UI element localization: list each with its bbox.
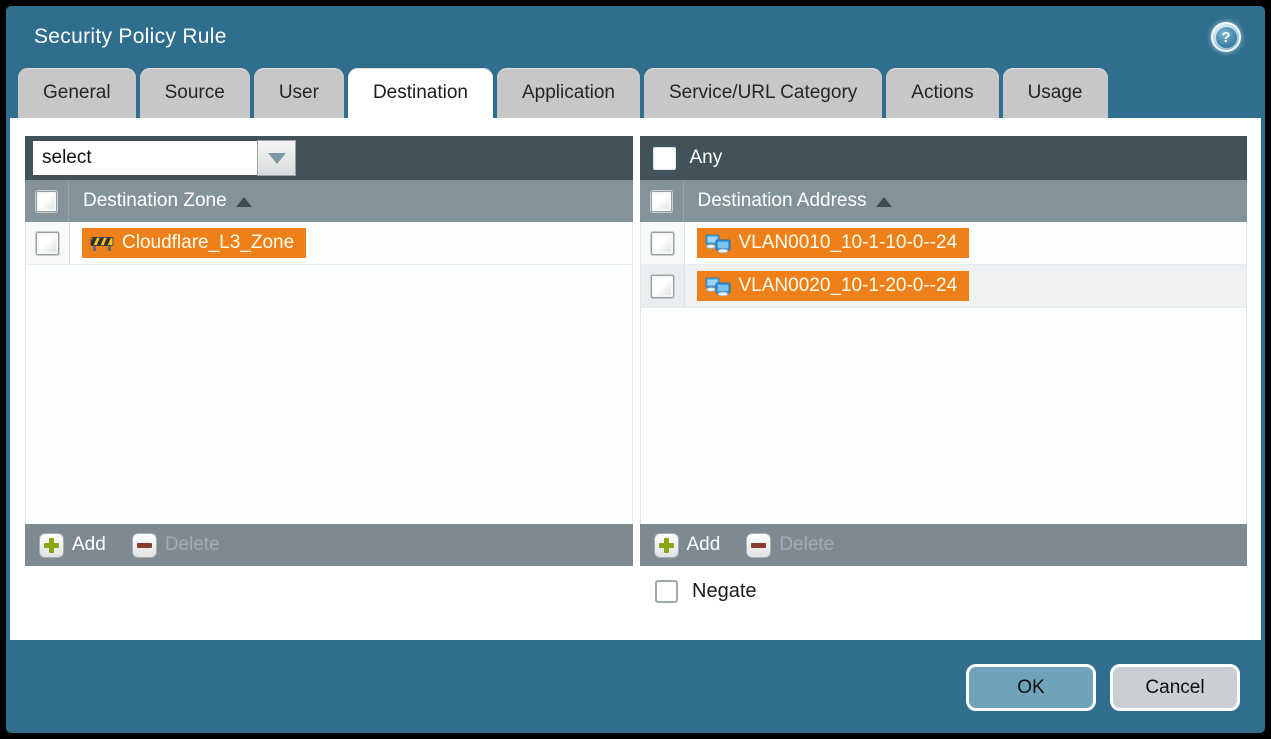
zone-filter-dropdown-button[interactable] [257, 140, 296, 176]
address-rows: VLAN0010_10-1-10-0--24 [640, 222, 1248, 524]
any-wrap: Any [647, 147, 723, 170]
network-address-icon [705, 234, 731, 253]
delete-address-button[interactable]: Delete [746, 533, 834, 558]
tab-general[interactable]: General [18, 68, 136, 118]
address-row-checkbox-cell [641, 265, 685, 307]
tab-destination[interactable]: Destination [348, 68, 493, 118]
zone-filter-combo [32, 140, 296, 176]
tab-source[interactable]: Source [140, 68, 250, 118]
zone-icon [90, 235, 114, 252]
address-row-content: VLAN0010_10-1-10-0--24 [685, 228, 970, 258]
table-row[interactable]: VLAN0020_10-1-20-0--24 [641, 265, 1247, 308]
sort-asc-icon [876, 197, 892, 207]
add-zone-label: Add [72, 534, 106, 556]
address-column-label: Destination Address [698, 190, 867, 212]
any-label: Any [690, 147, 723, 169]
plus-icon [39, 533, 64, 558]
select-all-zones-checkbox[interactable] [36, 191, 57, 212]
minus-icon [746, 533, 771, 558]
address-header-checkbox-cell [640, 180, 684, 222]
zone-value-chip[interactable]: Cloudflare_L3_Zone [82, 228, 306, 258]
tab-actions[interactable]: Actions [886, 68, 998, 118]
destination-address-panel: Any Destination Address [640, 136, 1248, 566]
zone-header-checkbox-cell [25, 180, 69, 222]
zone-rows: Cloudflare_L3_Zone [25, 222, 633, 524]
zone-row-checkbox[interactable] [36, 232, 59, 255]
address-value-chip[interactable]: VLAN0010_10-1-10-0--24 [697, 228, 970, 258]
delete-zone-button[interactable]: Delete [132, 533, 220, 558]
address-row-label: VLAN0020_10-1-20-0--24 [739, 275, 958, 297]
delete-address-label: Delete [779, 534, 834, 556]
zone-column-label-wrap[interactable]: Destination Zone [69, 190, 252, 212]
zone-row-checkbox-cell [26, 222, 70, 264]
zone-column-header: Destination Zone [25, 180, 633, 222]
address-column-header: Destination Address [640, 180, 1248, 222]
screen: Security Policy Rule ? General Source Us… [0, 0, 1271, 739]
address-column-label-wrap[interactable]: Destination Address [684, 190, 892, 212]
add-address-button[interactable]: Add [654, 533, 721, 558]
negate-row: Negate [25, 580, 1247, 603]
question-mark-glyph: ? [1216, 27, 1237, 48]
tab-application[interactable]: Application [497, 68, 640, 118]
destination-zone-panel: Destination Zone [25, 136, 633, 566]
ok-button[interactable]: OK [966, 664, 1096, 711]
tab-user[interactable]: User [254, 68, 344, 118]
title-bar: Security Policy Rule ? [6, 6, 1265, 68]
cancel-button[interactable]: Cancel [1110, 664, 1240, 711]
tab-service-url-category[interactable]: Service/URL Category [644, 68, 882, 118]
sort-asc-icon [236, 197, 252, 207]
delete-zone-label: Delete [165, 534, 220, 556]
panels: Destination Zone [25, 136, 1247, 566]
any-checkbox[interactable] [653, 147, 676, 170]
zone-panel-toolbar [25, 136, 633, 180]
address-row-label: VLAN0010_10-1-10-0--24 [739, 232, 958, 254]
address-row-checkbox-cell [641, 222, 685, 264]
help-icon[interactable]: ? [1211, 22, 1241, 52]
chevron-down-icon [268, 153, 286, 164]
zone-row-label: Cloudflare_L3_Zone [122, 232, 294, 254]
add-address-label: Add [687, 534, 721, 556]
table-row[interactable]: VLAN0010_10-1-10-0--24 [641, 222, 1247, 265]
network-address-icon [705, 277, 731, 296]
add-zone-button[interactable]: Add [39, 533, 106, 558]
dialog-title: Security Policy Rule [34, 25, 227, 49]
destination-tab-content: Destination Zone [10, 118, 1261, 640]
zone-panel-footer: Add Delete [25, 524, 633, 566]
zone-row-content: Cloudflare_L3_Zone [70, 228, 306, 258]
address-row-content: VLAN0020_10-1-20-0--24 [685, 271, 970, 301]
address-value-chip[interactable]: VLAN0020_10-1-20-0--24 [697, 271, 970, 301]
address-panel-footer: Add Delete [640, 524, 1248, 566]
table-row[interactable]: Cloudflare_L3_Zone [26, 222, 632, 265]
address-panel-toolbar: Any [640, 136, 1248, 180]
zone-filter-input[interactable] [32, 140, 257, 176]
zone-column-label: Destination Zone [83, 190, 227, 212]
negate-checkbox[interactable] [655, 580, 678, 603]
minus-icon [132, 533, 157, 558]
select-all-addresses-checkbox[interactable] [651, 191, 672, 212]
tab-usage[interactable]: Usage [1003, 68, 1108, 118]
tab-bar: General Source User Destination Applicat… [6, 68, 1265, 118]
negate-label: Negate [692, 580, 757, 603]
address-row-checkbox[interactable] [651, 232, 674, 255]
dialog-footer: OK Cancel [6, 640, 1265, 733]
address-row-checkbox[interactable] [651, 275, 674, 298]
plus-icon [654, 533, 679, 558]
security-policy-rule-dialog: Security Policy Rule ? General Source Us… [6, 6, 1265, 733]
